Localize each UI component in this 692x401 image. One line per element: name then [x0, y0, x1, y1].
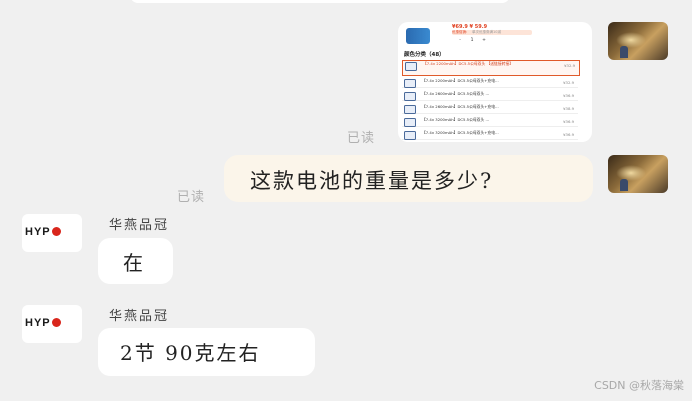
variant-row: 【7.4v 3200mAh】DC5.5公母双头+充电... ¥36.9 — [402, 130, 578, 140]
variant-price: ¥32.9 — [564, 63, 575, 68]
battery-icon — [404, 92, 416, 101]
product-screenshot-message[interactable]: ¥69.9 ¥ 59.9 优惠促销: 单次优惠券满10减 -1 + 颜色分类（48… — [398, 22, 592, 142]
product-header: ¥69.9 ¥ 59.9 优惠促销: 单次优惠券满10减 -1 + — [402, 24, 588, 46]
variant-label: 【7.4v 3200mAh】DC5.5公母双头 ... — [422, 117, 490, 122]
read-status: 已读 — [347, 131, 376, 146]
variant-row: 【7.4v 2600mAh】DC5.5公母双头+充电... ¥38.9 — [402, 104, 578, 114]
variant-row: 【7.4v 2200mAh】DC5.5公母双头 【送链接转接】 ¥32.9 — [402, 60, 580, 76]
chat-window: ¥69.9 ¥ 59.9 优惠促销: 单次优惠券满10减 -1 + 颜色分类（48… — [0, 0, 692, 401]
variant-row: 【7.4v 2200mAh】DC5.5公母双头+充电... ¥32.9 — [402, 78, 578, 88]
my-avatar[interactable] — [608, 155, 668, 193]
battery-icon — [404, 105, 416, 114]
hyp-logo: HYP — [25, 226, 61, 238]
variant-price: ¥38.9 — [563, 106, 574, 111]
variant-row: 【7.4v 3200mAh】DC5.5公母双头 ... ¥36.9 — [402, 117, 578, 127]
promo-note: 单次优惠券满10减 — [472, 29, 501, 34]
variant-label: 【7.4v 2200mAh】DC5.5公母双头+充电... — [422, 78, 499, 83]
stepper-plus: + — [482, 38, 486, 43]
sender-name: 华燕品冠 — [109, 309, 170, 324]
watermark: CSDN @秋落海棠 — [594, 379, 684, 392]
my-avatar[interactable] — [608, 22, 668, 60]
shop-avatar[interactable]: HYP — [22, 214, 82, 252]
logo-dot-icon — [51, 318, 61, 327]
promo-bar: 优惠促销: 单次优惠券满10减 — [452, 30, 532, 35]
shop-avatar[interactable]: HYP — [22, 305, 82, 343]
battery-icon — [404, 79, 416, 88]
battery-icon — [404, 131, 416, 140]
battery-icon — [404, 118, 416, 127]
promo-label: 优惠促销: — [452, 29, 468, 34]
logo-text: HYP — [25, 317, 51, 329]
previous-message-bubble[interactable] — [130, 0, 510, 3]
reply-message-bubble[interactable]: 在 — [98, 238, 173, 284]
reply-text: 2节 90克左右 — [120, 341, 261, 365]
variant-row: 【7.4v 2600mAh】DC5.5公母双头 ... ¥36.9 — [402, 91, 578, 101]
quantity-stepper: - 1 + — [454, 38, 500, 44]
stepper-minus: - — [459, 38, 461, 43]
question-message-bubble[interactable]: 这款电池的重量是多少? — [224, 155, 593, 202]
variant-price: ¥36.9 — [563, 93, 574, 98]
stepper-qty: 1 — [470, 38, 474, 43]
variant-label: 【7.4v 2600mAh】DC5.5公母双头+充电... — [422, 104, 499, 109]
read-status: 已读 — [177, 190, 206, 205]
variant-label: 【7.4v 2600mAh】DC5.5公母双头 ... — [422, 91, 490, 96]
logo-text: HYP — [25, 226, 51, 238]
color-category-title: 颜色分类（48） — [404, 52, 445, 58]
avatar-figure — [620, 179, 628, 191]
variant-label: 【7.4v 3200mAh】DC5.5公母双头+充电... — [422, 130, 499, 135]
hyp-logo: HYP — [25, 317, 61, 329]
variant-price: ¥36.9 — [563, 132, 574, 137]
variant-price: ¥36.9 — [563, 119, 574, 124]
logo-dot-icon — [51, 227, 61, 236]
reply-text: 在 — [123, 251, 145, 275]
reply-message-bubble[interactable]: 2节 90克左右 — [98, 328, 315, 376]
product-thumbnail — [406, 28, 430, 44]
sender-name: 华燕品冠 — [109, 218, 170, 233]
avatar-figure — [620, 46, 628, 58]
variant-label: 【7.4v 2200mAh】DC5.5公母双头 【送链接转接】 — [423, 61, 514, 66]
question-text: 这款电池的重量是多少? — [250, 169, 494, 193]
battery-icon — [405, 62, 417, 71]
variant-price: ¥32.9 — [563, 80, 574, 85]
